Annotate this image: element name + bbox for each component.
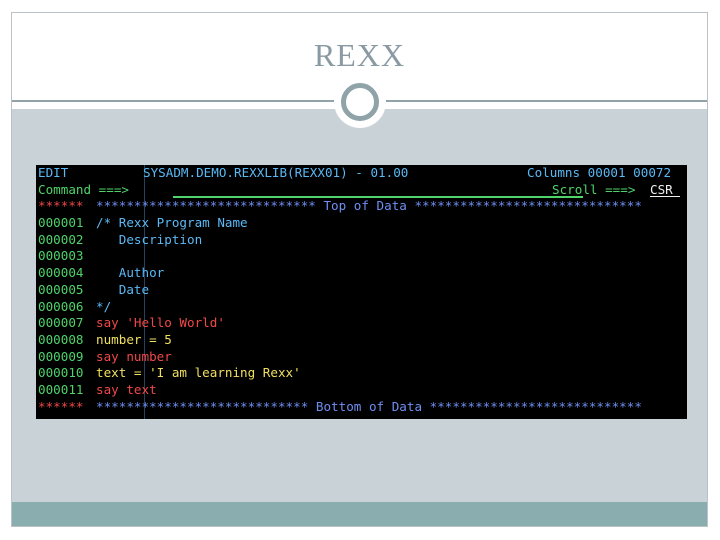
- top-of-data-row: ****** ***************************** Top…: [36, 198, 687, 215]
- source-lines: 000001/* Rexx Program Name 000002 Descrip…: [36, 215, 687, 399]
- source-line[interactable]: 000006 */: [36, 299, 687, 316]
- bottom-of-data-marker: **************************** Bottom of D…: [96, 398, 642, 414]
- source-line[interactable]: 000011 say text: [36, 382, 687, 399]
- line-number[interactable]: 000003: [38, 248, 84, 265]
- source-line[interactable]: 000001 /* Rexx Program Name: [36, 215, 687, 232]
- line-text[interactable]: say 'Hello World': [96, 315, 225, 332]
- line-text[interactable]: text = 'I am learning Rexx': [96, 365, 301, 382]
- columns-indicator: Columns 00001 00072: [527, 165, 672, 180]
- source-line[interactable]: 000002 Description: [36, 232, 687, 249]
- line-number[interactable]: 000001: [38, 215, 84, 232]
- line-number[interactable]: 000008: [38, 332, 84, 349]
- line-number[interactable]: 000007: [38, 315, 84, 332]
- line-text[interactable]: */: [96, 299, 111, 316]
- line-text[interactable]: number = 5: [96, 332, 172, 349]
- ring-ornament-icon: [341, 83, 379, 121]
- footer-bar: [12, 502, 707, 526]
- line-number[interactable]: 000011: [38, 382, 84, 399]
- source-line[interactable]: 000010 text = 'I am learning Rexx': [36, 365, 687, 382]
- line-number[interactable]: 000010: [38, 365, 84, 382]
- source-line[interactable]: 000009 say number: [36, 349, 687, 366]
- dataset-name: SYSADM.DEMO.REXXLIB(REXX01) - 01.00: [143, 165, 409, 180]
- line-text[interactable]: say text: [96, 382, 157, 399]
- command-label: Command ===>: [38, 181, 129, 197]
- source-line[interactable]: 000003: [36, 248, 687, 265]
- line-text[interactable]: say number: [96, 349, 172, 366]
- header-row: EDIT SYSADM.DEMO.REXXLIB(REXX01) - 01.00…: [36, 165, 687, 182]
- line-text[interactable]: Date: [96, 282, 149, 299]
- line-number[interactable]: 000002: [38, 232, 84, 249]
- editor-mode: EDIT: [38, 165, 69, 180]
- line-number[interactable]: 000004: [38, 265, 84, 282]
- source-line[interactable]: 000008 number = 5: [36, 332, 687, 349]
- line-text[interactable]: /* Rexx Program Name: [96, 215, 248, 232]
- bottom-marker-prefix: ******: [38, 398, 84, 414]
- slide-title: REXX: [313, 37, 406, 73]
- source-line[interactable]: 000004 Author: [36, 265, 687, 282]
- top-of-data-marker: ***************************** Top of Dat…: [96, 198, 642, 214]
- ispf-editor-screenshot: EDIT SYSADM.DEMO.REXXLIB(REXX01) - 01.00…: [36, 165, 687, 419]
- line-number[interactable]: 000006: [38, 299, 84, 316]
- source-line[interactable]: 000007 say 'Hello World': [36, 315, 687, 332]
- line-number[interactable]: 000005: [38, 282, 84, 299]
- source-line[interactable]: 000005 Date: [36, 282, 687, 299]
- top-marker-prefix: ******: [38, 198, 84, 214]
- scroll-value-underline: [650, 196, 680, 197]
- bottom-of-data-row: ****** **************************** Bott…: [36, 399, 687, 416]
- line-number[interactable]: 000009: [38, 349, 84, 366]
- line-text[interactable]: Description: [96, 232, 202, 249]
- line-text[interactable]: Author: [96, 265, 165, 282]
